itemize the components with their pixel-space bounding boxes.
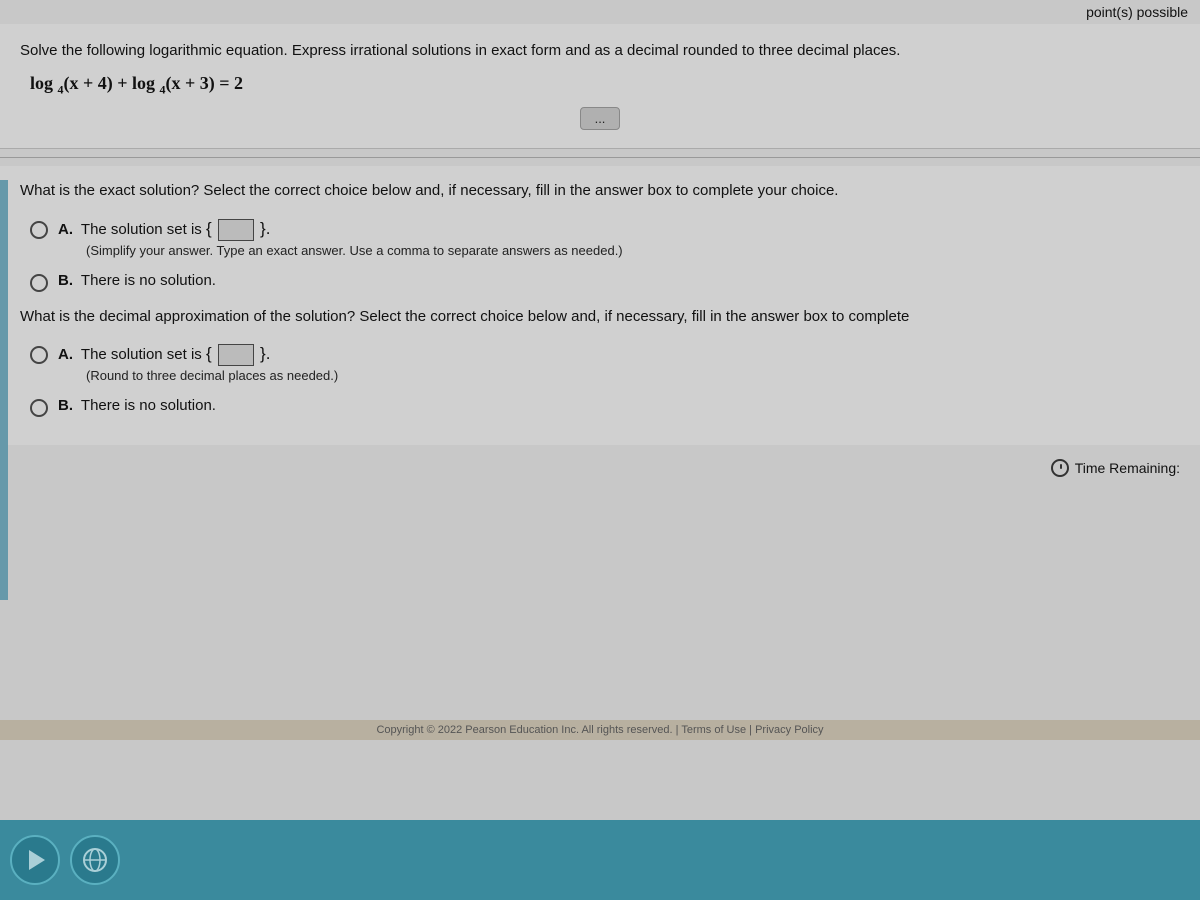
exact-radio-b[interactable] xyxy=(30,274,48,292)
decimal-radio-a[interactable] xyxy=(30,346,48,364)
footer-bar: Copyright © 2022 Pearson Education Inc. … xyxy=(0,720,1200,740)
decimal-close-brace: }. xyxy=(260,344,270,363)
play-button[interactable] xyxy=(10,835,60,885)
exact-answer-section: What is the exact solution? Select the c… xyxy=(0,166,1200,445)
exact-choice-a-note: (Simplify your answer. Type an exact ans… xyxy=(86,243,623,258)
exact-answer-input[interactable] xyxy=(218,219,254,241)
time-remaining: Time Remaining: xyxy=(1051,459,1180,477)
question-block: Solve the following logarithmic equation… xyxy=(0,24,1200,149)
question-instruction: Solve the following logarithmic equation… xyxy=(20,40,1180,63)
bottom-bar: Time Remaining: xyxy=(0,445,1200,491)
exact-choice-a-letter: A. xyxy=(58,221,73,238)
left-accent xyxy=(0,180,8,600)
top-bar: point(s) possible xyxy=(0,0,1200,24)
main-content: point(s) possible Solve the following lo… xyxy=(0,0,1200,820)
equation: log 4(x + 4) + log 4(x + 3) = 2 xyxy=(30,73,1180,98)
exact-choice-b-row: B. There is no solution. xyxy=(30,272,1180,292)
browser-icon xyxy=(81,846,109,874)
exact-choice-b-text: There is no solution. xyxy=(81,272,216,289)
exact-choice-a-content: A. The solution set is { }. (Simplify yo… xyxy=(58,219,623,258)
decimal-choice-a-content: A. The solution set is { }. (Round to th… xyxy=(58,344,338,383)
exact-section-question: What is the exact solution? Select the c… xyxy=(20,180,1180,203)
exact-choice-a-label: A. The solution set is { }. xyxy=(58,219,623,241)
decimal-choice-a-note: (Round to three decimal places as needed… xyxy=(86,368,338,383)
decimal-choice-b-label: B. There is no solution. xyxy=(58,397,216,414)
exact-choice-a-row: A. The solution set is { }. (Simplify yo… xyxy=(30,219,1180,258)
copyright-text: Copyright © 2022 Pearson Education Inc. … xyxy=(376,724,823,736)
expand-btn-container: ... xyxy=(20,107,1180,130)
decimal-choice-a-row: A. The solution set is { }. (Round to th… xyxy=(30,344,1180,383)
exact-choice-a-text: The solution set is xyxy=(81,221,202,238)
decimal-choice-b-letter: B. xyxy=(58,397,73,414)
decimal-choice-a-label: A. The solution set is { }. xyxy=(58,344,338,366)
expand-button[interactable]: ... xyxy=(580,107,621,130)
exact-choice-b-letter: B. xyxy=(58,272,73,289)
decimal-choice-b-text: There is no solution. xyxy=(81,397,216,414)
exact-choice-b-label: B. There is no solution. xyxy=(58,272,216,289)
browser-button[interactable] xyxy=(70,835,120,885)
decimal-section: What is the decimal approximation of the… xyxy=(20,306,1180,418)
decimal-answer-input[interactable] xyxy=(218,344,254,366)
exact-close-brace: }. xyxy=(260,219,270,238)
time-remaining-label: Time Remaining: xyxy=(1075,460,1180,476)
exact-radio-a[interactable] xyxy=(30,221,48,239)
decimal-choice-a-text: The solution set is xyxy=(81,346,202,363)
decimal-radio-b[interactable] xyxy=(30,399,48,417)
play-icon xyxy=(21,846,49,874)
points-label: point(s) possible xyxy=(1086,4,1188,20)
decimal-choice-b-row: B. There is no solution. xyxy=(30,397,1180,417)
clock-icon xyxy=(1051,459,1069,477)
taskbar xyxy=(0,820,1200,900)
divider xyxy=(0,157,1200,158)
decimal-choice-a-letter: A. xyxy=(58,346,73,363)
decimal-section-question: What is the decimal approximation of the… xyxy=(20,306,1180,329)
decimal-open-brace: { xyxy=(206,344,212,363)
exact-open-brace: { xyxy=(206,219,212,238)
